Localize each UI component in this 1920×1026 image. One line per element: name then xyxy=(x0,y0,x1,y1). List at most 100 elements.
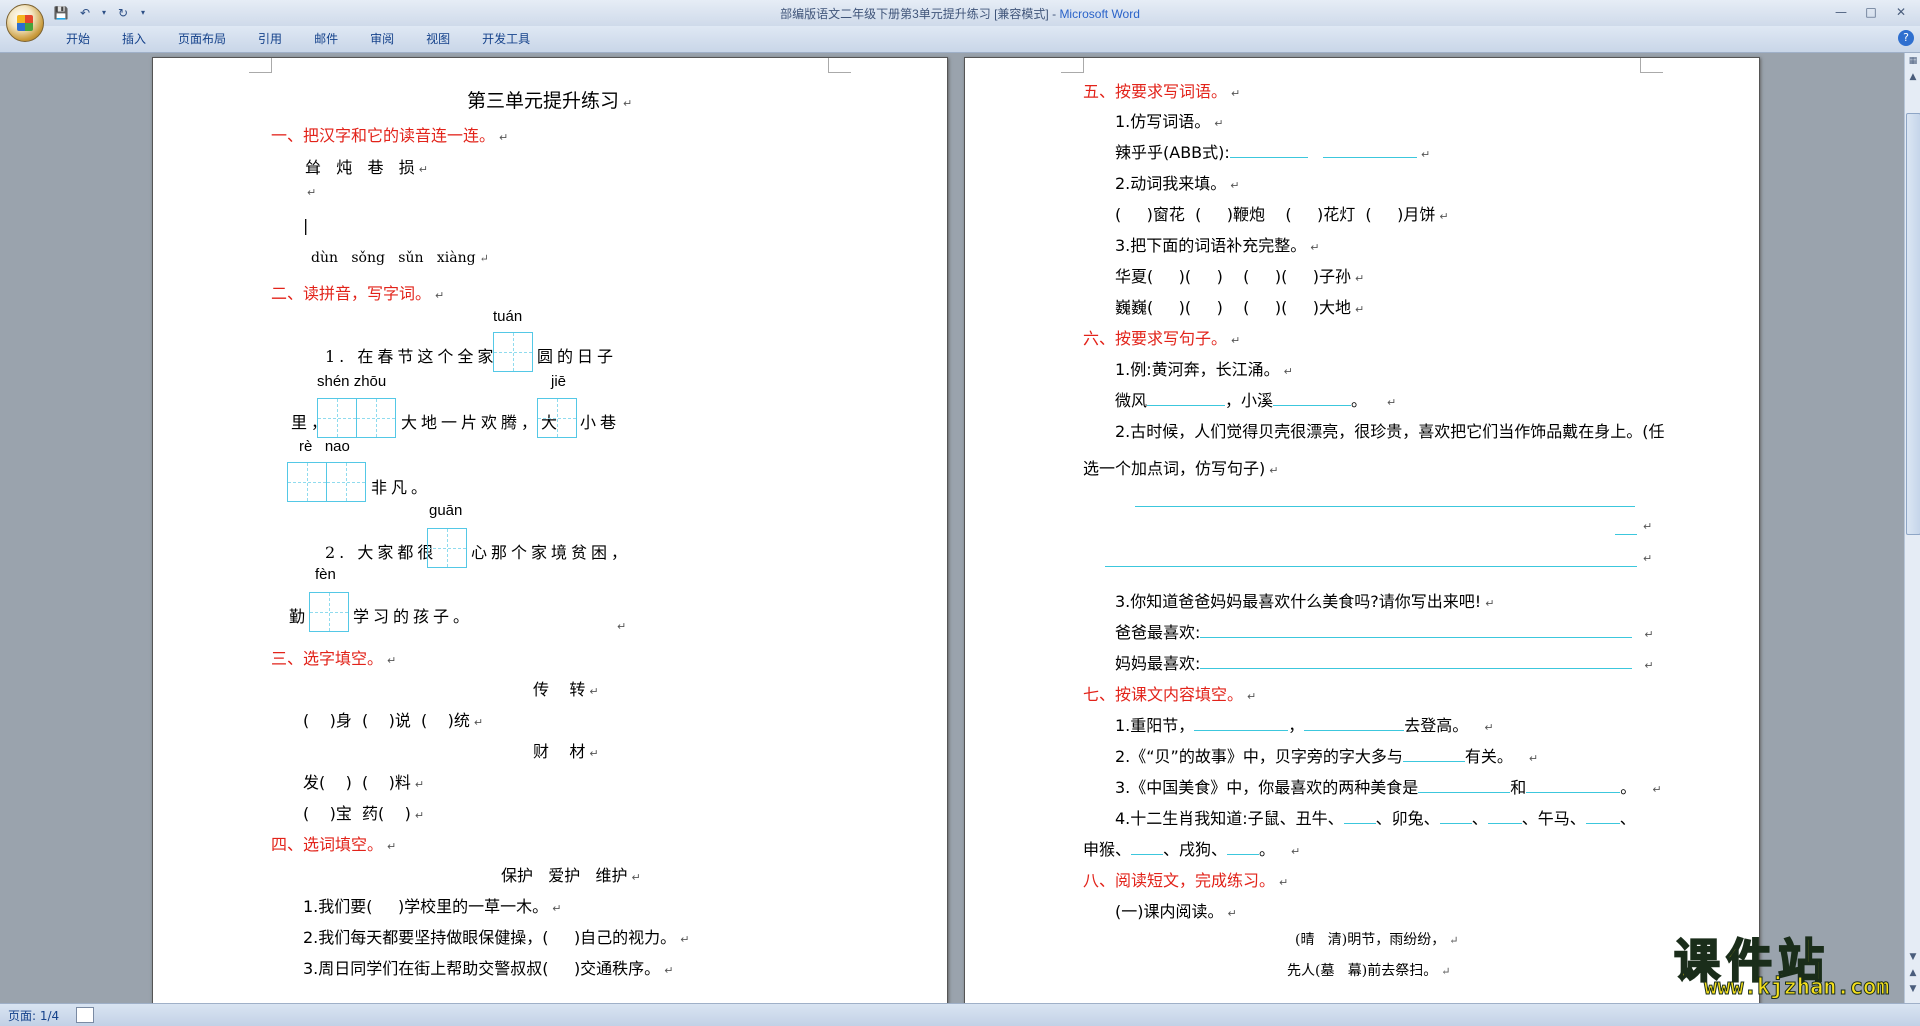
answer-blank[interactable] xyxy=(1439,809,1472,824)
question-text: ， xyxy=(1288,716,1305,735)
paragraph-mark: ↵ xyxy=(617,620,627,633)
section-5-heading: 五、按要求写词语。 ↵ xyxy=(1083,82,1241,101)
s6-q1a: 微风 ，小溪。 ↵ xyxy=(1115,391,1397,410)
s2-line1b: 圆的日子 xyxy=(537,347,618,366)
maximize-icon[interactable]: □ xyxy=(1858,3,1884,21)
question-text: 有关。 xyxy=(1464,747,1513,766)
s1-chars: 耸 炖 巷 损 ↵ xyxy=(305,158,428,177)
s4-q3: 3.周日同学们在街上帮助交警叔叔( )交通秩序。 ↵ xyxy=(303,959,674,978)
answer-blank[interactable] xyxy=(1418,778,1511,793)
answer-blank[interactable] xyxy=(1343,809,1376,824)
pinyin-text: dùn sǒng sǔn xiàng xyxy=(311,250,476,266)
scroll-down-icon[interactable]: ▼ xyxy=(1907,951,1919,963)
question-text: 3.周日同学们在街上帮助交警叔叔( )交通秩序。 xyxy=(303,959,661,978)
question-text: 1.我们要( )学校里的一草一木。 xyxy=(303,897,549,916)
section-3-heading: 三、选字填空。 ↵ xyxy=(271,649,397,668)
tab-home[interactable]: 开始 xyxy=(50,30,106,48)
page-2[interactable]: 五、按要求写词语。 ↵ 1.仿写词语。 ↵ 辣乎乎(ABB式): ↵ 2.动词我来填… xyxy=(964,57,1760,1005)
tab-developer[interactable]: 开发工具 xyxy=(466,30,546,48)
question-text: 、 xyxy=(1471,809,1488,828)
tab-review[interactable]: 审阅 xyxy=(354,30,410,48)
page-indicator[interactable]: 页面: 1/4 xyxy=(8,1007,59,1024)
next-page-icon[interactable]: ▼ xyxy=(1907,983,1919,995)
question-text: 。 xyxy=(1351,391,1368,410)
s2-line3: 非凡。 xyxy=(371,478,432,497)
s2-line4a: 2. 大家都很 xyxy=(325,543,438,562)
page-1[interactable]: 第三单元提升练习 ↵ 一、把汉字和它的读音连一连。 ↵ 耸 炖 巷 损 ↵ ↵ | d… xyxy=(152,57,948,1005)
tab-page-layout[interactable]: 页面布局 xyxy=(162,30,242,48)
s7-q1: 1.重阳节，，去登高。 ↵ xyxy=(1115,716,1494,735)
previous-page-icon[interactable]: ▲ xyxy=(1907,967,1919,979)
tab-view[interactable]: 视图 xyxy=(410,30,466,48)
answer-blank[interactable] xyxy=(1273,391,1352,406)
s8-sub: (一)课内阅读。 ↵ xyxy=(1115,902,1237,921)
question-text: 2.古时候，人们觉得贝壳很漂亮，很珍贵，喜欢把它们当作饰品戴在身上。(任 xyxy=(1115,422,1665,441)
scroll-thumb[interactable] xyxy=(1906,113,1920,535)
answer-blank[interactable] xyxy=(1227,840,1260,855)
answer-blank[interactable] xyxy=(1487,809,1522,824)
writing-box[interactable] xyxy=(537,398,577,438)
close-icon[interactable]: ✕ xyxy=(1888,3,1914,21)
pinyin-guan: guān xyxy=(429,502,463,519)
s2-line5b: 学习的孩子。 xyxy=(353,607,474,626)
question-text: ，小溪 xyxy=(1225,391,1274,410)
s2-line5a: 勤 xyxy=(289,607,310,626)
poem-text: 先人(墓 幕)前去祭扫。 xyxy=(1287,963,1438,979)
s7-q2: 2.《“贝”的故事》中，贝字旁的字大多与 有关。 ↵ xyxy=(1115,747,1539,766)
writing-box[interactable] xyxy=(493,332,533,372)
writing-box[interactable] xyxy=(287,462,327,502)
question-text: 爸爸最喜欢: xyxy=(1115,623,1201,642)
tab-mailings[interactable]: 邮件 xyxy=(298,30,354,48)
answer-blank[interactable] xyxy=(1526,778,1621,793)
language-icon[interactable] xyxy=(76,1007,94,1023)
pinyin-tuan: tuán xyxy=(493,308,523,325)
heading-text: 五、按要求写词语。 xyxy=(1083,82,1228,101)
answer-line[interactable] xyxy=(1615,534,1637,535)
answer-blank[interactable] xyxy=(1304,716,1405,731)
tab-references[interactable]: 引用 xyxy=(242,30,298,48)
answer-line[interactable] xyxy=(1135,506,1635,507)
answer-blank[interactable] xyxy=(1131,840,1164,855)
answer-blank[interactable] xyxy=(1194,716,1289,731)
heading-text: 八、阅读短文，完成练习。 xyxy=(1083,871,1276,890)
writing-box[interactable] xyxy=(356,398,396,438)
heading-text: 二、读拼音，写字词。 xyxy=(271,284,432,303)
answer-blank[interactable] xyxy=(1147,391,1226,406)
scroll-up-icon[interactable]: ▲ xyxy=(1907,71,1919,83)
s6-q3: 3.你知道爸爸妈妈最喜欢什么美食吗?请你写出来吧! ↵ xyxy=(1115,592,1495,611)
s3-row2: 发( ) ( )料 ↵ xyxy=(303,773,425,792)
tab-insert[interactable]: 插入 xyxy=(106,30,162,48)
s4-q2: 2.我们每天都要坚持做眼保健操，( )自己的视力。 ↵ xyxy=(303,928,690,947)
vertical-scrollbar[interactable]: ▦ ▲ ▼ ▲ ▼ xyxy=(1904,53,1920,1003)
window-controls: — □ ✕ xyxy=(1828,3,1914,21)
s6-q2b: 选一个加点词，仿写句子) ↵ xyxy=(1083,459,1279,478)
question-text: 申猴、 xyxy=(1083,840,1132,859)
s4-q1: 1.我们要( )学校里的一草一木。 ↵ xyxy=(303,897,562,916)
margin-corner-mark xyxy=(1640,58,1663,73)
margin-corner-mark xyxy=(828,58,851,73)
answer-blank[interactable] xyxy=(1402,747,1465,762)
answer-blank[interactable] xyxy=(1200,623,1633,638)
window-title: 部编版语文二年级下册第3单元提升练习 [兼容模式] - Microsoft Wo… xyxy=(0,5,1920,22)
writing-box[interactable] xyxy=(326,462,366,502)
heading-text: 六、按要求写句子。 xyxy=(1083,329,1228,348)
ribbon: 开始 插入 页面布局 引用 邮件 审阅 视图 开发工具 xyxy=(0,26,1920,53)
s3-pair1: 传 转 ↵ xyxy=(533,680,599,699)
answer-blank[interactable] xyxy=(1585,809,1620,824)
question-text: 妈妈最喜欢: xyxy=(1115,654,1201,673)
writing-box[interactable] xyxy=(427,528,467,568)
title-bar: 💾 ↶ ▾ ↻ ▾ 部编版语文二年级下册第3单元提升练习 [兼容模式] - Mi… xyxy=(0,0,1920,42)
writing-box[interactable] xyxy=(309,592,349,632)
answer-line[interactable] xyxy=(1105,566,1637,567)
answer-blank[interactable] xyxy=(1323,143,1418,158)
answer-blank[interactable] xyxy=(1200,654,1633,669)
ruler-toggle-icon[interactable]: ▦ xyxy=(1907,55,1919,67)
answer-blank[interactable] xyxy=(1229,143,1308,158)
help-icon[interactable]: ? xyxy=(1898,30,1914,46)
office-button[interactable] xyxy=(6,4,44,42)
document-area[interactable]: 第三单元提升练习 ↵ 一、把汉字和它的读音连一连。 ↵ 耸 炖 巷 损 ↵ ↵ | d… xyxy=(0,53,1904,1005)
writing-box[interactable] xyxy=(317,398,357,438)
minimize-icon[interactable]: — xyxy=(1828,3,1854,21)
s5-q3b: 巍巍( )( ) ( )( )大地 ↵ xyxy=(1115,298,1365,317)
margin-corner-mark xyxy=(1061,58,1084,73)
